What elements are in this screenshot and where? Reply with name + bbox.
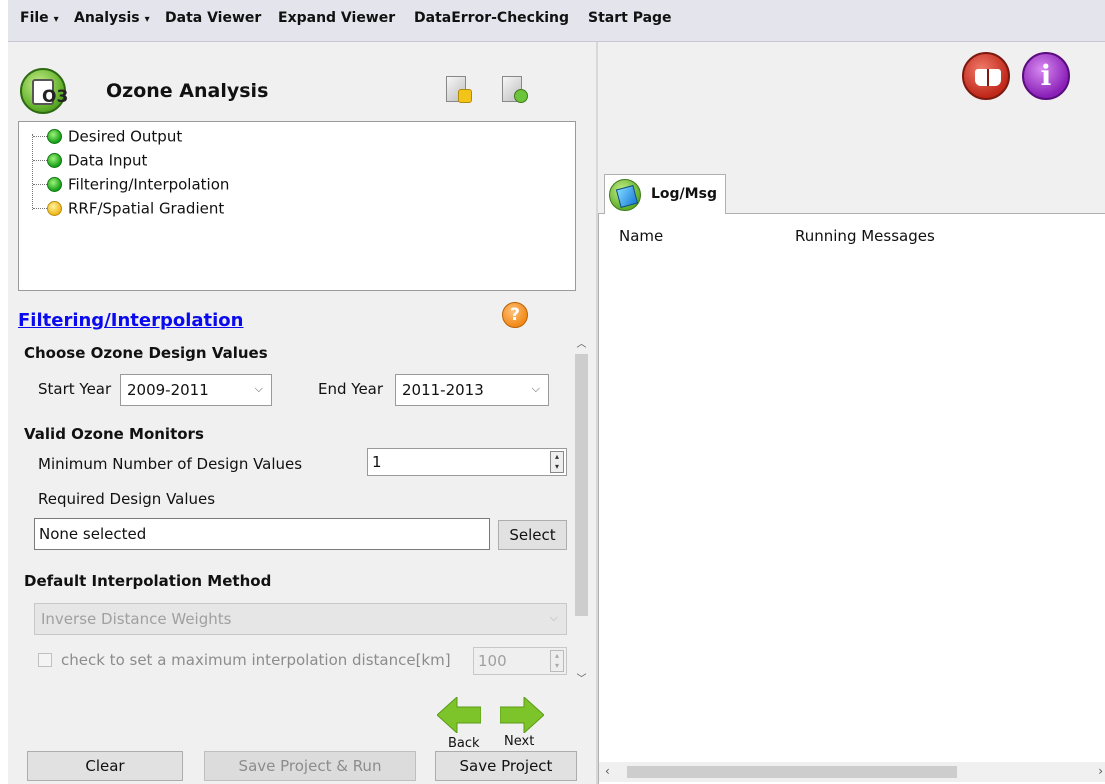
column-header-name[interactable]: Name (619, 227, 663, 245)
menu-analysis[interactable]: Analysis ▾ (74, 10, 150, 26)
new-project-icon[interactable] (446, 76, 472, 104)
info-button[interactable]: i (1022, 52, 1070, 100)
menu-file[interactable]: File ▾ (20, 10, 59, 26)
book-icon (975, 69, 1001, 86)
back-arrow-icon[interactable] (437, 697, 481, 733)
scroll-thumb[interactable] (627, 766, 957, 778)
tree-item-desired-output[interactable]: Desired Output (33, 127, 182, 149)
menu-start-page[interactable]: Start Page (588, 10, 672, 26)
logo-text: O3 (42, 87, 69, 107)
menu-dataerror-checking[interactable]: DataError-Checking (414, 10, 569, 26)
min-design-values-stepper[interactable]: 1 ▴ ▾ (367, 448, 567, 476)
interpolation-heading: Default Interpolation Method (24, 572, 272, 590)
start-year-select[interactable]: 2009-2011 ⌵ (120, 374, 272, 406)
log-horizontal-scrollbar[interactable]: ‹ › (599, 762, 1105, 782)
status-yellow-icon (47, 201, 62, 216)
log-icon (609, 179, 641, 211)
monitors-heading: Valid Ozone Monitors (24, 425, 204, 443)
stepper-arrows-icon[interactable]: ▴ ▾ (550, 650, 564, 672)
start-year-label: Start Year (38, 380, 112, 398)
tree-item-data-input[interactable]: Data Input (33, 151, 147, 173)
end-year-select[interactable]: 2011-2013 ⌵ (395, 374, 549, 406)
scroll-thumb[interactable] (575, 354, 588, 616)
window-left-edge (0, 0, 8, 784)
end-year-label: End Year (318, 380, 384, 398)
ozone-logo-icon: O3 (20, 68, 69, 114)
back-label: Back (448, 736, 480, 751)
chevron-down-icon: ⌵ (531, 382, 540, 395)
tree-item-filtering-interpolation[interactable]: Filtering/Interpolation (33, 175, 229, 197)
chevron-down-icon: ⌵ (254, 382, 263, 395)
required-design-values-field[interactable]: None selected (34, 518, 490, 550)
tree-item-rrf-spatial-gradient[interactable]: RRF/Spatial Gradient (33, 199, 224, 221)
save-project-run-button[interactable]: Save Project & Run (204, 751, 416, 781)
scroll-up-icon[interactable]: ︿ (573, 336, 590, 353)
app-title: Ozone Analysis (106, 80, 269, 102)
section-title-link[interactable]: Filtering/Interpolation (18, 310, 244, 331)
workflow-tree: Desired Output Data Input Filtering/Inte… (18, 121, 576, 291)
chevron-down-icon: ▾ (144, 14, 150, 25)
max-distance-label: check to set a maximum interpolation dis… (61, 651, 451, 669)
column-header-running-messages[interactable]: Running Messages (795, 227, 935, 245)
design-values-heading: Choose Ozone Design Values (24, 344, 268, 362)
chevron-down-icon: ▾ (53, 14, 59, 25)
settings-project-icon[interactable] (502, 76, 528, 104)
next-arrow-icon[interactable] (500, 697, 544, 733)
status-green-icon (47, 129, 62, 144)
interpolation-method-select[interactable]: Inverse Distance Weights ⌵ (34, 603, 567, 635)
scroll-right-icon[interactable]: › (1098, 764, 1103, 778)
select-button[interactable]: Select (498, 520, 567, 550)
min-design-values-label: Minimum Number of Design Values (38, 455, 303, 473)
user-guide-button[interactable] (962, 52, 1010, 100)
stepper-arrows-icon[interactable]: ▴ ▾ (550, 451, 564, 473)
clear-button[interactable]: Clear (27, 751, 183, 781)
menu-expand-viewer[interactable]: Expand Viewer (278, 10, 395, 26)
max-distance-stepper[interactable]: 100 ▴ ▾ (473, 647, 567, 675)
save-project-button[interactable]: Save Project (435, 751, 577, 781)
max-distance-checkbox[interactable] (38, 653, 52, 667)
status-green-icon (47, 153, 62, 168)
menu-data-viewer[interactable]: Data Viewer (165, 10, 261, 26)
scroll-left-icon[interactable]: ‹ (605, 764, 610, 778)
next-label: Next (504, 734, 535, 749)
section-scrollbar[interactable]: ︿ ﹀ (573, 336, 590, 688)
scroll-down-icon[interactable]: ﹀ (573, 671, 590, 688)
required-design-values-label: Required Design Values (38, 490, 216, 508)
help-question-icon[interactable]: ? (502, 302, 528, 328)
menu-bar: File ▾ Analysis ▾ Data Viewer Expand Viewe… (8, 0, 1105, 42)
tab-log-msg[interactable]: Log/Msg (604, 174, 726, 214)
log-messages-panel: Name Running Messages (598, 213, 1105, 784)
chevron-down-icon: ⌵ (549, 611, 558, 624)
status-green-icon (47, 177, 62, 192)
